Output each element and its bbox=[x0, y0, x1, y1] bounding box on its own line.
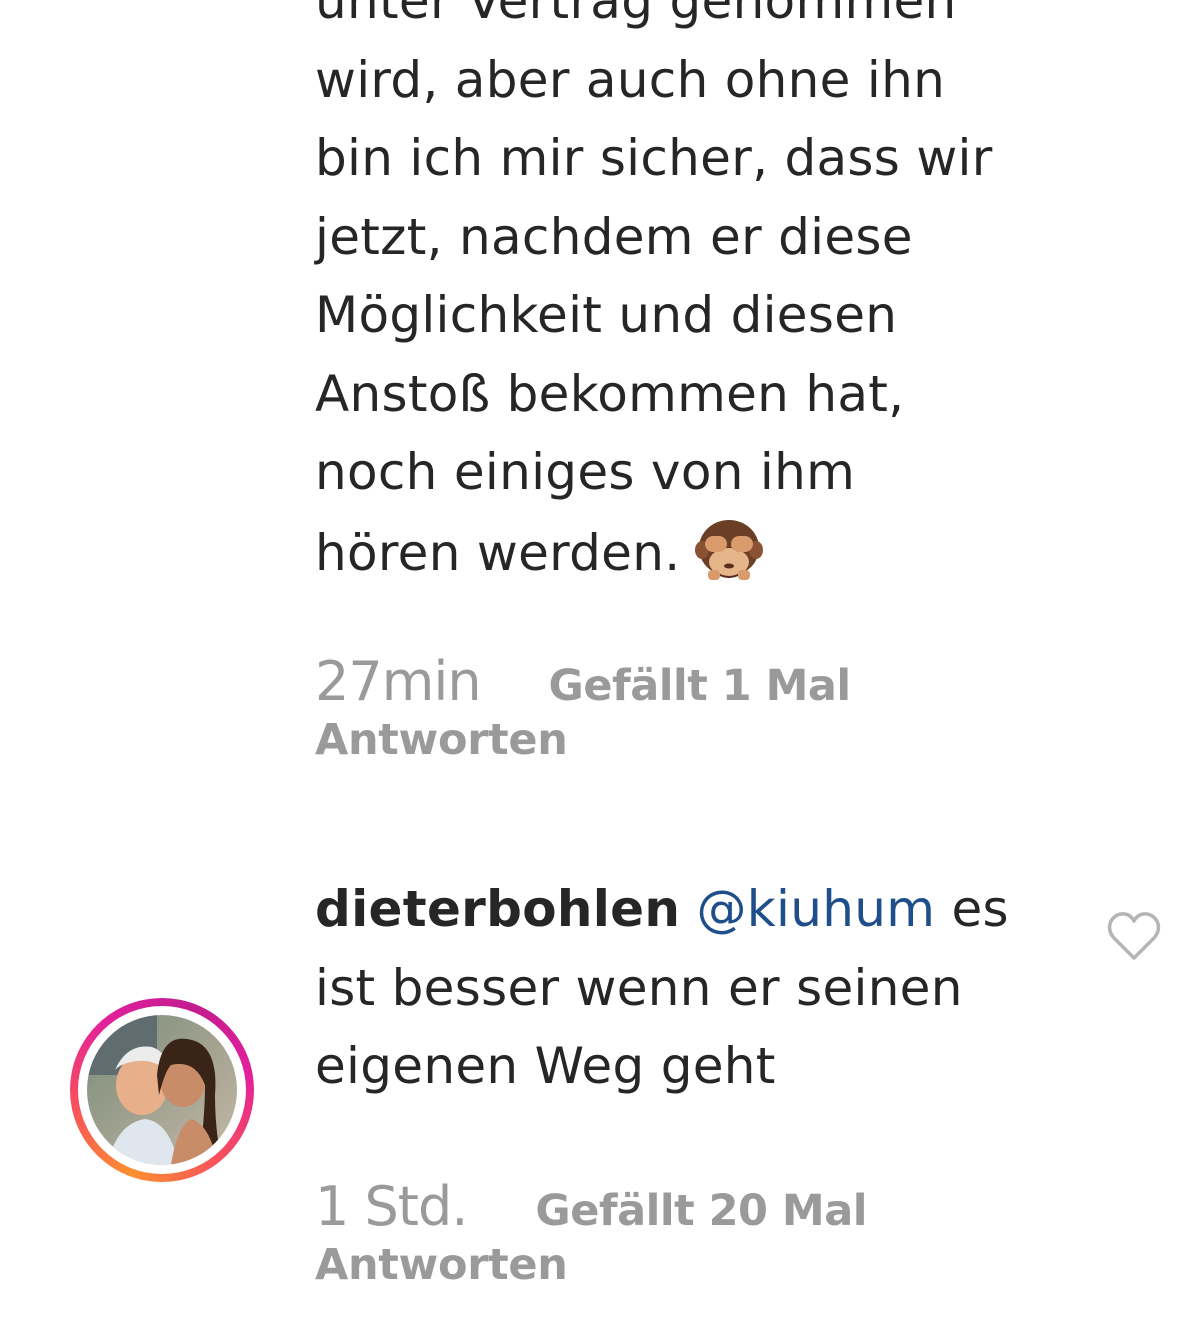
comment-timestamp[interactable]: 27min bbox=[315, 650, 482, 713]
comment-line: jetzt, nachdem er diese bbox=[315, 207, 913, 266]
comment-line: ist besser wenn er seinen bbox=[315, 958, 963, 1017]
comment-2-meta: 1 Std. Gefällt 20 Mal Antworten bbox=[315, 1175, 867, 1290]
comment-line: wird, aber auch ohne ihn bbox=[315, 50, 946, 109]
comment-line: Möglichkeit und diesen bbox=[315, 286, 898, 344]
reply-button[interactable]: Antworten bbox=[315, 715, 851, 765]
reply-button[interactable]: Antworten bbox=[315, 1240, 867, 1290]
comment-1-text: unter Vertrag genommen wird, aber auch o… bbox=[315, 0, 993, 590]
comment-line: bin ich mir sicher, dass wir bbox=[315, 129, 993, 187]
mention-link[interactable]: @kiuhum bbox=[697, 880, 936, 938]
avatar-story-ring[interactable] bbox=[70, 998, 254, 1182]
username-link[interactable]: dieterbohlen bbox=[315, 880, 680, 938]
likes-count-button[interactable]: Gefällt 1 Mal bbox=[549, 661, 852, 711]
comment-line-last: hören werden. bbox=[315, 512, 993, 591]
heart-icon[interactable] bbox=[1106, 910, 1162, 962]
comment-line: unter Vertrag genommen bbox=[315, 0, 957, 30]
avatar bbox=[87, 1015, 237, 1165]
comment-line: noch einiges von ihm bbox=[315, 443, 856, 501]
comment-line-rest: es bbox=[951, 880, 1009, 938]
comment-line: dieterbohlen @kiuhum es bbox=[315, 870, 1009, 949]
likes-count-button[interactable]: Gefällt 20 Mal bbox=[535, 1186, 867, 1236]
comment-line: hören werden. bbox=[315, 523, 681, 582]
comment-1-meta: 27min Gefällt 1 Mal Antworten bbox=[315, 650, 851, 765]
see-no-evil-monkey-icon bbox=[695, 519, 764, 580]
comment-2-text: dieterbohlen @kiuhum es ist besser wenn … bbox=[315, 870, 1009, 1106]
comment-line: Anstoß bekommen hat, bbox=[315, 364, 905, 423]
comment-line: eigenen Weg geht bbox=[315, 1037, 776, 1095]
comment-timestamp[interactable]: 1 Std. bbox=[315, 1175, 468, 1238]
